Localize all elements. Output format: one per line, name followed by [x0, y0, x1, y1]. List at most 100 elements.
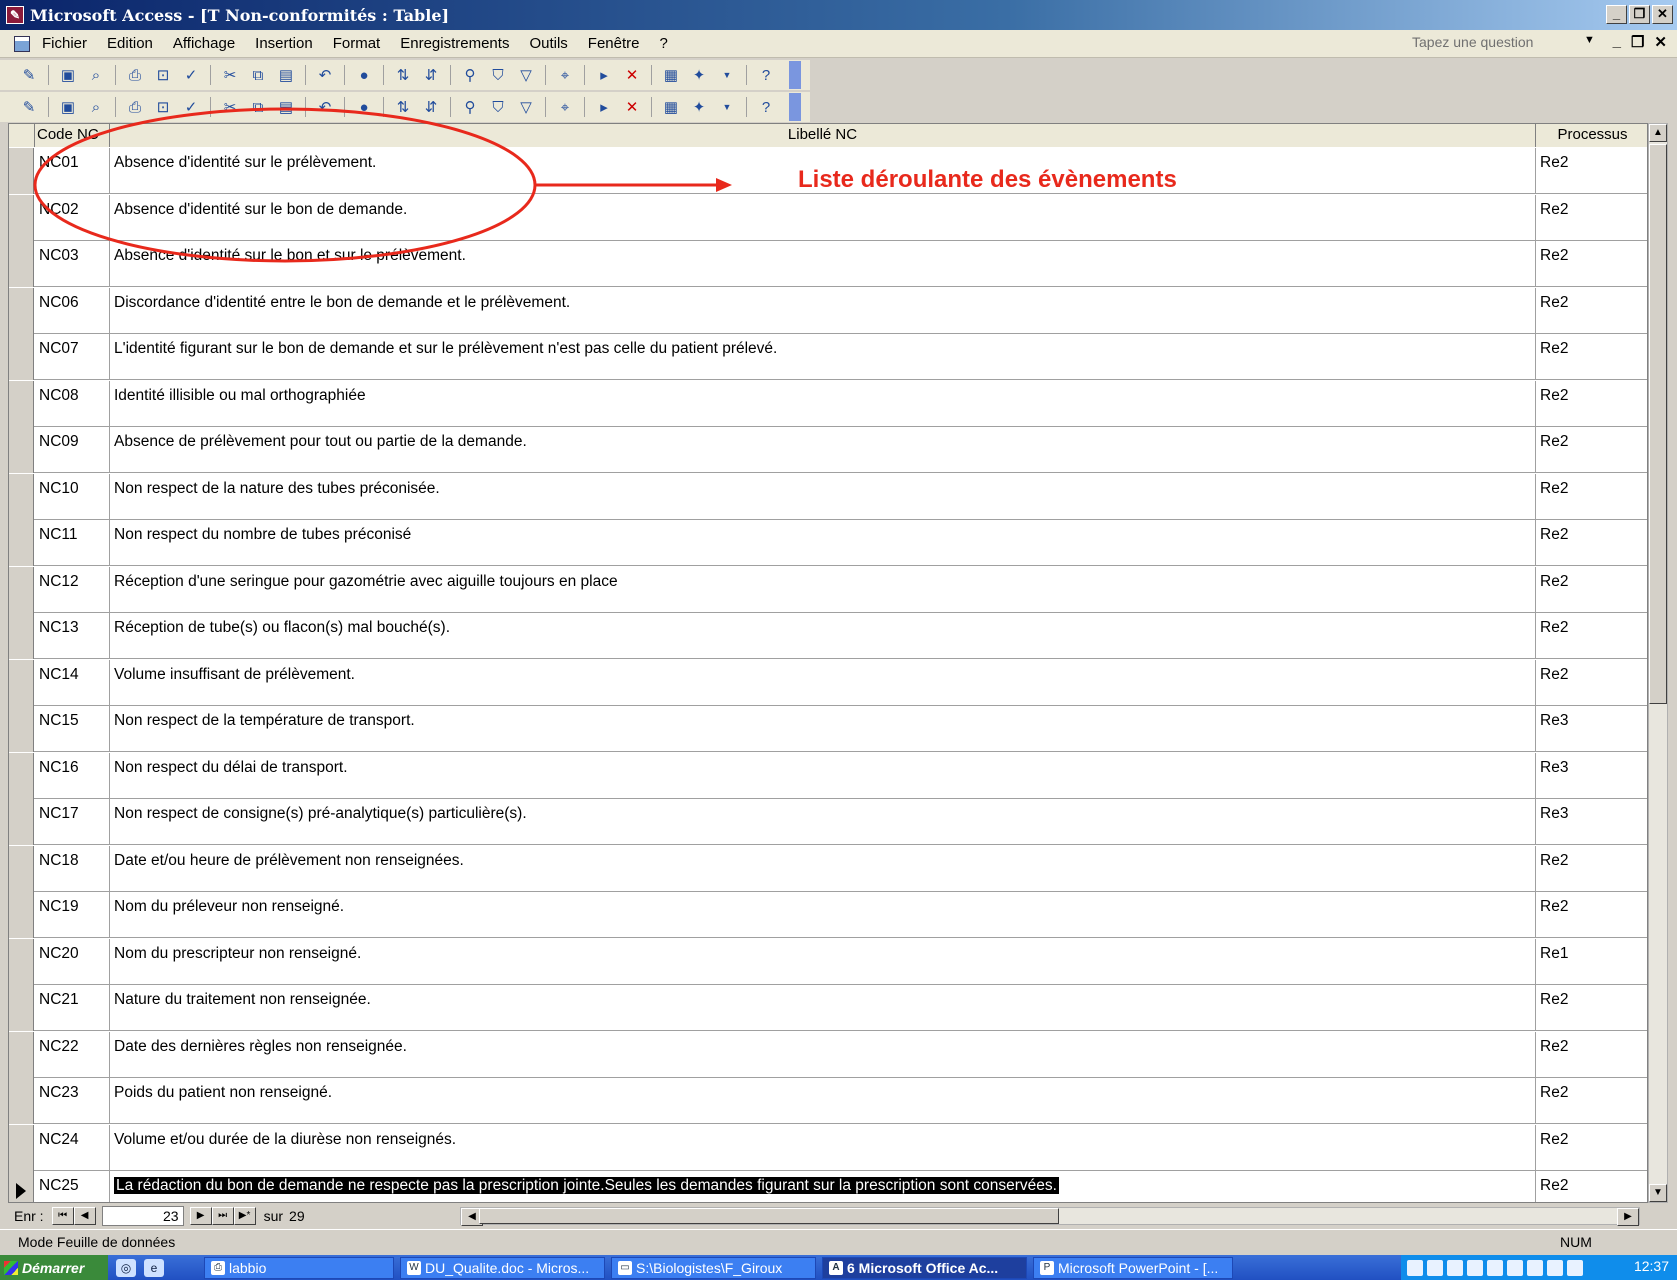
tray-icon[interactable] — [1567, 1259, 1583, 1276]
restore-button[interactable]: ❐ — [1629, 5, 1650, 24]
table-row[interactable]: NC07 L'identité figurant sur le bon de de… — [9, 334, 1647, 380]
cell-processus[interactable]: Re2 — [1536, 427, 1647, 473]
help-icon[interactable]: ? — [755, 96, 777, 118]
tray-icon[interactable] — [1527, 1259, 1543, 1276]
cell-code-nc[interactable]: NC03 — [35, 241, 110, 287]
paste-icon[interactable]: ▤ — [275, 96, 297, 118]
taskbar-item-access[interactable]: A 6 Microsoft Office Ac... — [822, 1256, 1027, 1279]
table-row[interactable]: NC02 Absence d'identité sur le bon de dem… — [9, 194, 1647, 241]
filter-by-selection-icon[interactable]: ⚲ — [459, 64, 481, 86]
ask-question-dropdown-icon[interactable]: ▼ — [1584, 34, 1595, 46]
cell-code-nc[interactable]: NC17 — [35, 799, 110, 845]
horizontal-scroll-thumb[interactable] — [479, 1208, 1059, 1224]
select-all-corner[interactable] — [9, 124, 35, 147]
cell-libelle-nc[interactable]: Date des dernières règles non renseignée… — [110, 1031, 1536, 1078]
apply-filter-icon[interactable]: ▽ — [515, 96, 537, 118]
tray-icon[interactable] — [1427, 1259, 1443, 1276]
record-selector[interactable] — [9, 427, 34, 473]
record-selector[interactable] — [9, 752, 34, 799]
record-selector[interactable] — [9, 613, 34, 659]
tray-icon[interactable] — [1507, 1259, 1523, 1276]
table-row[interactable]: NC23 Poids du patient non renseigné. Re2 — [9, 1078, 1647, 1124]
print-icon[interactable]: ⎙ — [124, 96, 146, 118]
cell-processus[interactable]: Re2 — [1536, 195, 1647, 241]
view-icon[interactable]: ✎ — [18, 96, 40, 118]
menu-help[interactable]: ? — [660, 35, 668, 52]
cell-processus[interactable]: Re2 — [1536, 660, 1647, 706]
cell-libelle-nc[interactable]: La rédaction du bon de demande ne respec… — [110, 1171, 1536, 1202]
print-icon[interactable]: ⎙ — [124, 64, 146, 86]
last-record-icon[interactable]: ⏭ — [211, 1207, 234, 1225]
cell-libelle-nc[interactable]: Non respect de la nature des tubes préco… — [110, 473, 1536, 520]
database-window-icon[interactable]: ▦ — [660, 96, 682, 118]
table-row[interactable]: NC14 Volume insuffisant de prélèvement. Re… — [9, 659, 1647, 706]
cell-libelle-nc[interactable]: Nature du traitement non renseignée. — [110, 985, 1536, 1031]
menu-edition[interactable]: Edition — [107, 35, 153, 52]
cell-processus[interactable]: Re2 — [1536, 1032, 1647, 1078]
file-search-icon[interactable]: ⌕ — [85, 64, 107, 86]
menu-affichage[interactable]: Affichage — [173, 35, 235, 52]
spelling-icon[interactable]: ✓ — [180, 96, 202, 118]
vertical-scrollbar[interactable]: ▲ ▼ — [1648, 123, 1668, 1203]
cell-code-nc[interactable]: NC12 — [35, 566, 110, 613]
vertical-scroll-thumb[interactable] — [1649, 144, 1667, 704]
record-selector[interactable] — [9, 1171, 34, 1202]
cell-libelle-nc[interactable]: Non respect de consigne(s) pré-analytiqu… — [110, 799, 1536, 845]
tray-icon[interactable] — [1487, 1259, 1503, 1276]
record-selector[interactable] — [9, 148, 34, 194]
record-selector[interactable] — [9, 241, 34, 287]
cell-libelle-nc[interactable]: Discordance d'identité entre le bon de d… — [110, 287, 1536, 334]
cell-processus[interactable]: Re2 — [1536, 846, 1647, 892]
table-row[interactable]: NC03 Absence d'identité sur le bon et sur… — [9, 241, 1647, 287]
cell-code-nc[interactable]: NC24 — [35, 1124, 110, 1171]
toolbar-options-handle[interactable] — [789, 61, 801, 89]
cell-code-nc[interactable]: NC18 — [35, 845, 110, 892]
ask-question-input[interactable]: Tapez une question — [1408, 34, 1598, 54]
cell-libelle-nc[interactable]: Poids du patient non renseigné. — [110, 1078, 1536, 1124]
doc-minimize-button[interactable]: _ — [1613, 33, 1621, 51]
sort-ascending-icon[interactable]: ⇅ — [392, 96, 414, 118]
access-app-icon[interactable]: ✎ — [6, 6, 24, 24]
cell-code-nc[interactable]: NC11 — [35, 520, 110, 566]
undo-icon[interactable]: ↶ — [314, 64, 336, 86]
cell-code-nc[interactable]: NC22 — [35, 1031, 110, 1078]
sort-ascending-icon[interactable]: ⇅ — [392, 64, 414, 86]
cell-libelle-nc[interactable]: Absence de prélèvement pour tout ou part… — [110, 427, 1536, 473]
menu-outils[interactable]: Outils — [529, 35, 567, 52]
menu-fichier[interactable]: Fichier — [42, 35, 87, 52]
dropdown-arrow-icon[interactable]: ▼ — [716, 96, 738, 118]
cell-processus[interactable]: Re3 — [1536, 753, 1647, 799]
cell-code-nc[interactable]: NC01 — [35, 148, 110, 194]
start-button[interactable]: Démarrer — [0, 1255, 108, 1280]
menu-fenetre[interactable]: Fenêtre — [588, 35, 640, 52]
record-selector[interactable] — [9, 380, 34, 427]
print-preview-icon[interactable]: ⊡ — [152, 64, 174, 86]
toolbar-options-handle[interactable] — [789, 93, 801, 121]
document-icon[interactable] — [14, 35, 30, 52]
record-selector[interactable] — [9, 1031, 34, 1078]
table-row[interactable]: NC20 Nom du prescripteur non renseigné. Re… — [9, 938, 1647, 985]
cell-code-nc[interactable]: NC13 — [35, 613, 110, 659]
cell-libelle-nc[interactable]: Volume insuffisant de prélèvement. — [110, 659, 1536, 706]
cut-icon[interactable]: ✂ — [219, 96, 241, 118]
filter-by-form-icon[interactable]: ⛉ — [487, 96, 509, 118]
record-selector[interactable] — [9, 473, 34, 520]
new-object-icon[interactable]: ✦ — [688, 64, 710, 86]
cell-processus[interactable]: Re2 — [1536, 474, 1647, 520]
tray-icon[interactable] — [1407, 1259, 1423, 1276]
apply-filter-icon[interactable]: ▽ — [515, 64, 537, 86]
cell-processus[interactable]: Re1 — [1536, 939, 1647, 985]
record-selector[interactable] — [9, 659, 34, 706]
cell-processus[interactable]: Re2 — [1536, 334, 1647, 380]
cell-code-nc[interactable]: NC02 — [35, 194, 110, 241]
cell-code-nc[interactable]: NC23 — [35, 1078, 110, 1124]
record-selector[interactable] — [9, 1078, 34, 1124]
table-row[interactable]: NC11 Non respect du nombre de tubes préco… — [9, 520, 1647, 566]
horizontal-scrollbar[interactable]: ◀ ▶ — [460, 1207, 1640, 1226]
menu-enregistrements[interactable]: Enregistrements — [400, 35, 509, 52]
cell-code-nc[interactable]: NC07 — [35, 334, 110, 380]
cell-libelle-nc[interactable]: Non respect du délai de transport. — [110, 752, 1536, 799]
table-row[interactable]: NC18 Date et/ou heure de prélèvement non … — [9, 845, 1647, 892]
taskbar-item-powerpoint[interactable]: P Microsoft PowerPoint - [... — [1033, 1256, 1233, 1279]
cell-code-nc[interactable]: NC10 — [35, 473, 110, 520]
